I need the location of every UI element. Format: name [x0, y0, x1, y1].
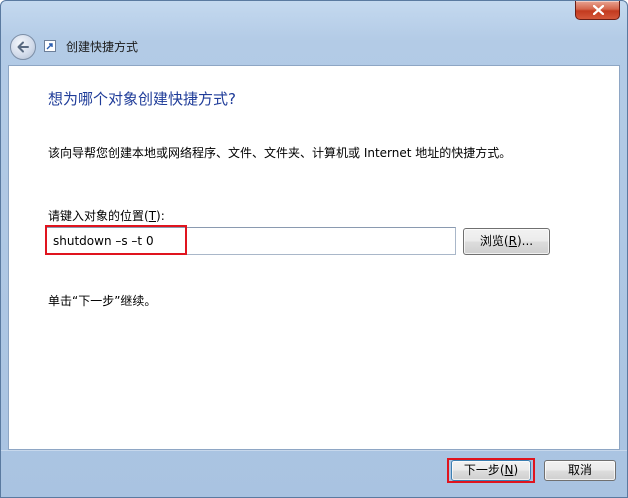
- location-label-suffix: ):: [156, 209, 165, 223]
- hint-text: 单击“下一步”继续。: [48, 294, 157, 308]
- next-button[interactable]: 下一步(N): [451, 460, 531, 481]
- create-shortcut-window: 创建快捷方式 想为哪个对象创建快捷方式? 该向导帮您创建本地或网络程序、文件、文…: [0, 0, 628, 498]
- location-label: 请键入对象的位置(T):: [48, 207, 165, 224]
- footer-divider: [1, 450, 627, 451]
- window-title: 创建快捷方式: [66, 40, 139, 54]
- close-button[interactable]: [575, 1, 620, 20]
- browse-button[interactable]: 浏览(R)...: [463, 228, 550, 255]
- description-text: 该向导帮您创建本地或网络程序、文件、文件夹、计算机或 Internet 地址的快…: [48, 146, 512, 160]
- title-bar: 创建快捷方式: [1, 1, 627, 63]
- browse-label-suffix: )...: [516, 234, 534, 248]
- location-label-hotkey: T: [148, 209, 157, 223]
- cancel-button[interactable]: 取消: [544, 460, 616, 481]
- shortcut-icon: [44, 40, 56, 52]
- location-input[interactable]: [46, 227, 456, 255]
- next-label-prefix: 下一步(: [463, 463, 505, 477]
- browse-label-hotkey: R: [508, 234, 517, 248]
- next-label-suffix: ): [513, 463, 519, 477]
- close-icon: [593, 5, 604, 15]
- location-label-prefix: 请键入对象的位置(: [48, 209, 149, 223]
- browse-label-prefix: 浏览(: [479, 234, 509, 248]
- page-heading: 想为哪个对象创建快捷方式?: [48, 90, 236, 108]
- back-arrow-icon: [17, 41, 29, 53]
- back-button[interactable]: [10, 34, 36, 60]
- wizard-content: 想为哪个对象创建快捷方式? 该向导帮您创建本地或网络程序、文件、文件夹、计算机或…: [8, 65, 620, 450]
